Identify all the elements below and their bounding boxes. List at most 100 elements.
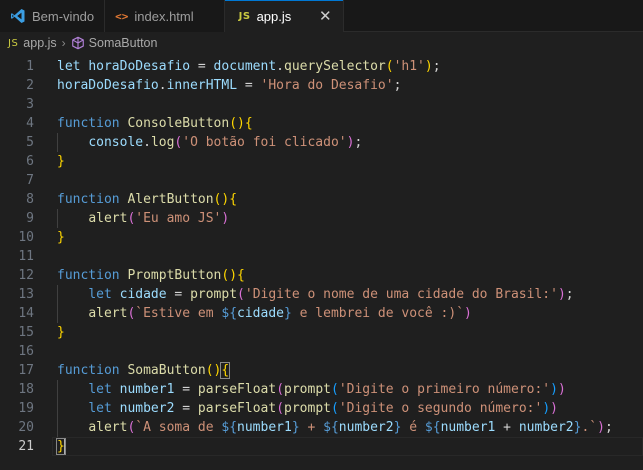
code-token: ) <box>550 382 558 397</box>
code-token: ; <box>604 420 613 435</box>
code-token: . <box>158 78 167 93</box>
code-line[interactable]: 16 <box>0 342 643 361</box>
code-token: ) <box>424 59 433 74</box>
breadcrumb-file[interactable]: JS app.js <box>8 36 57 50</box>
code-token: horaDoDesafio <box>88 59 191 74</box>
code-token: 'Digite o nome de uma cidade do Brasil:' <box>244 287 558 302</box>
code-line[interactable]: 6} <box>0 152 643 171</box>
code-token: 'Eu amo JS' <box>135 211 222 226</box>
tab-index-html[interactable]: <> index.html <box>105 0 225 32</box>
code-token: = <box>174 382 198 397</box>
code-token: parseFloat <box>197 382 277 397</box>
code-line[interactable]: 18 let number1 = parseFloat(prompt('Digi… <box>0 380 643 399</box>
code-line[interactable]: 5 console.log('O botão foi clicado'); <box>0 133 643 152</box>
code-token: 'h1' <box>393 59 425 74</box>
code-line[interactable]: 21} <box>0 437 643 456</box>
close-icon[interactable]: ✕ <box>317 7 333 25</box>
code-text: } <box>57 228 65 247</box>
line-number: 5 <box>26 135 34 150</box>
code-token: = <box>166 287 191 302</box>
line-number: 9 <box>26 211 34 226</box>
code-token: number1 <box>119 382 175 397</box>
code-line[interactable]: 9 alert('Eu amo JS') <box>0 209 643 228</box>
line-number: 18 <box>18 382 34 397</box>
code-line[interactable]: 14 alert(`Estive em ${cidade} e lembrei … <box>0 304 643 323</box>
code-token: AlertButton <box>127 192 214 207</box>
code-token: number2 <box>338 420 394 435</box>
breadcrumb-symbol-label: SomaButton <box>88 36 158 50</box>
code-token: { <box>244 116 253 131</box>
code-token: ( <box>330 401 339 416</box>
code-text: } <box>56 437 66 456</box>
tab-label: app.js <box>256 8 292 24</box>
tab-app-js[interactable]: JS app.js ✕ <box>224 0 345 32</box>
code-editor[interactable]: 1 let horaDoDesafio = document.querySelec… <box>0 57 643 456</box>
code-line[interactable]: 1 let horaDoDesafio = document.querySelec… <box>0 57 643 76</box>
line-number: 2 <box>26 78 34 93</box>
code-line[interactable]: 19 let number2 = parseFloat(prompt('Digi… <box>0 399 643 418</box>
code-token: ) <box>597 420 605 435</box>
code-token: let <box>57 59 89 74</box>
line-number: 11 <box>18 249 34 264</box>
code-text: let cidade = prompt('Digite o nome de um… <box>57 285 573 304</box>
code-token: = <box>174 401 198 416</box>
code-line[interactable]: 4 function ConsoleButton(){ <box>0 114 643 133</box>
code-token: function <box>57 363 128 378</box>
code-text: } <box>57 152 65 171</box>
code-line[interactable]: 3 <box>0 95 643 114</box>
code-line[interactable]: 13 let cidade = prompt('Digite o nome de… <box>0 285 643 304</box>
code-token: ) <box>464 306 472 321</box>
indent-guide <box>57 285 58 323</box>
code-token: () <box>229 116 245 131</box>
code-token: SomaButton <box>127 363 206 378</box>
tab-bem-vindo[interactable]: Bem-vindo <box>0 0 106 32</box>
code-token: 'O botão foi clicado' <box>182 135 347 150</box>
html-icon: <> <box>115 9 129 23</box>
code-line[interactable]: 2 horaDoDesafio.innerHTML = 'Hora do Desa… <box>0 76 643 95</box>
code-line[interactable]: 15} <box>0 323 643 342</box>
code-token: . <box>276 59 284 74</box>
code-token: ) <box>557 287 566 302</box>
code-line[interactable]: 10} <box>0 228 643 247</box>
code-line[interactable]: 20 alert(`A soma de ${number1} + ${numbe… <box>0 418 643 437</box>
line-number: 17 <box>18 363 34 378</box>
indent-guide <box>57 380 58 437</box>
code-text: horaDoDesafio.innerHTML = 'Hora do Desaf… <box>57 76 401 95</box>
code-line[interactable]: 12 function PromptButton(){ <box>0 266 643 285</box>
code-token: = <box>190 59 214 74</box>
code-token: number2 <box>119 401 175 416</box>
code-token: ) <box>557 382 566 397</box>
code-line[interactable]: 7 <box>0 171 643 190</box>
code-text: let number2 = parseFloat(prompt('Digite … <box>57 399 558 418</box>
vscode-icon <box>10 8 26 24</box>
line-number: 7 <box>26 173 34 188</box>
code-token: querySelector <box>284 59 386 74</box>
code-token: () <box>205 363 222 378</box>
code-token: 'Digite o segundo número:' <box>338 401 543 416</box>
code-token: e lembrei de você :)` <box>291 306 465 321</box>
code-token: `Estive em <box>135 306 222 321</box>
code-token: let <box>88 401 120 416</box>
code-token: horaDoDesafio <box>57 78 159 93</box>
line-number: 12 <box>18 268 34 283</box>
code-line[interactable]: 17 function SomaButton(){ <box>0 361 643 380</box>
code-text: function SomaButton(){ <box>57 361 231 380</box>
code-token: ${ <box>424 420 441 435</box>
breadcrumb-file-label: app.js <box>23 36 57 50</box>
line-number: 1 <box>26 59 34 74</box>
line-number: 16 <box>18 344 34 359</box>
code-token: + <box>299 420 324 435</box>
line-number: 20 <box>18 420 34 435</box>
code-token: } <box>284 306 292 321</box>
code-text: function ConsoleButton(){ <box>57 114 253 133</box>
breadcrumb-symbol[interactable]: SomaButton <box>71 36 158 50</box>
code-token: ${ <box>221 420 238 435</box>
code-text: alert('Eu amo JS') <box>57 209 229 228</box>
code-line[interactable]: 8 function AlertButton(){ <box>0 190 643 209</box>
code-token: parseFloat <box>197 401 277 416</box>
code-line[interactable]: 11 <box>0 247 643 266</box>
